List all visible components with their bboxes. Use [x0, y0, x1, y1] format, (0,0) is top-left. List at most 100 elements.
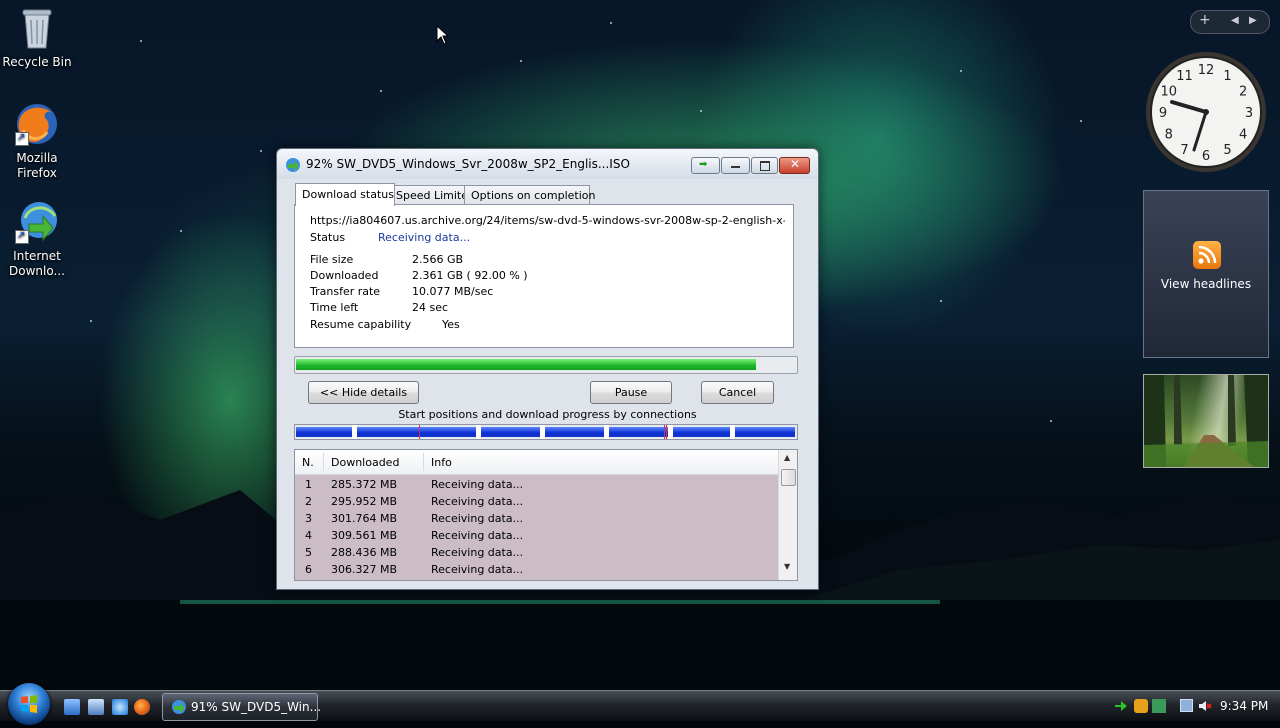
clock-number: 11: [1176, 69, 1193, 84]
tab-download-status[interactable]: Download status: [295, 183, 395, 206]
connection-segment: [673, 427, 730, 437]
status-value: Receiving data...: [378, 231, 471, 244]
column-header-number[interactable]: N.: [302, 456, 314, 469]
file-size-label: File size: [310, 253, 354, 266]
scroll-thumb[interactable]: [781, 469, 796, 486]
table-row[interactable]: 3 301.764 MB Receiving data...: [295, 510, 778, 527]
connection-segment: [545, 427, 604, 437]
recycle-bin-icon: [13, 4, 61, 52]
clock-number: 8: [1165, 128, 1173, 143]
cancel-button[interactable]: Cancel: [701, 381, 774, 404]
clock-gadget[interactable]: 12 12 3 45678 9 1011: [1144, 50, 1268, 174]
show-desktop-icon[interactable]: [64, 699, 80, 715]
connection-info: Receiving data...: [431, 478, 524, 491]
send-to-background-button[interactable]: ➡: [691, 157, 720, 174]
connection-marker: [666, 425, 667, 439]
previous-icon[interactable]: ◀: [1231, 15, 1239, 26]
connection-info: Receiving data...: [431, 529, 524, 542]
minimize-button[interactable]: [721, 157, 750, 174]
resume-capability-label: Resume capability: [310, 318, 412, 331]
add-gadget-icon[interactable]: +: [1199, 12, 1211, 28]
tab-options-on-completion[interactable]: Options on completion: [464, 185, 596, 205]
connections-caption: Start positions and download progress by…: [398, 408, 697, 421]
green-arrow-icon: ➡: [699, 159, 708, 170]
minimize-icon: [731, 166, 740, 168]
internet-explorer-icon[interactable]: [112, 699, 128, 715]
download-progress-bar: [294, 356, 798, 374]
next-icon[interactable]: ▶: [1249, 15, 1257, 26]
start-button[interactable]: [8, 683, 50, 725]
column-header-info[interactable]: Info: [431, 456, 452, 469]
downloaded-label: Downloaded: [310, 269, 379, 282]
clock-number: 10: [1161, 85, 1178, 100]
transfer-rate-label: Transfer rate: [310, 285, 381, 298]
firefox-quicklaunch-icon[interactable]: [134, 699, 150, 715]
connection-downloaded: 301.764 MB: [331, 512, 398, 525]
download-progress-window: 92% SW_DVD5_Windows_Svr_2008w_SP2_Englis…: [276, 148, 819, 590]
connection-number: 2: [305, 495, 312, 508]
connection-info: Receiving data...: [431, 512, 524, 525]
clock-number: 6: [1202, 149, 1210, 164]
scroll-up-icon[interactable]: ▲: [784, 453, 790, 462]
desktop-icon-internet-download-manager[interactable]: Internet Downlo...: [0, 198, 74, 279]
connection-downloaded: 306.327 MB: [331, 563, 398, 576]
table-row[interactable]: 4 309.561 MB Receiving data...: [295, 527, 778, 544]
connection-number: 4: [305, 529, 312, 542]
clock-number: 9: [1159, 106, 1167, 121]
feed-headlines-gadget[interactable]: View headlines: [1143, 190, 1269, 358]
scroll-down-icon[interactable]: ▼: [784, 562, 790, 571]
switch-windows-icon[interactable]: [88, 699, 104, 715]
window-titlebar[interactable]: 92% SW_DVD5_Windows_Svr_2008w_SP2_Englis…: [277, 149, 818, 179]
downloaded-value: 2.361 GB ( 92.00 % ): [412, 269, 528, 282]
desktop-icon-recycle-bin[interactable]: Recycle Bin: [0, 4, 74, 70]
clock-number: 4: [1239, 128, 1247, 143]
maximize-button[interactable]: [751, 157, 778, 174]
file-size-value: 2.566 GB: [412, 253, 464, 266]
idm-taskbar-icon: [172, 700, 186, 714]
table-row[interactable]: 2 295.952 MB Receiving data...: [295, 493, 778, 510]
connection-downloaded: 295.952 MB: [331, 495, 398, 508]
connection-segment: [609, 427, 668, 437]
close-icon: ✕: [790, 157, 801, 171]
taskbar-clock[interactable]: 9:34 PM: [1220, 699, 1268, 713]
forest-photo: [1144, 375, 1268, 467]
tray-app-icon[interactable]: [1152, 699, 1166, 713]
desktop-icon-firefox[interactable]: Mozilla Firefox: [0, 100, 74, 181]
tab-speed-limiter[interactable]: Speed Limiter: [389, 185, 473, 205]
clock-number: 12: [1198, 63, 1215, 78]
connection-segment: [735, 427, 795, 437]
firefox-icon: [13, 100, 61, 148]
close-button[interactable]: ✕: [779, 157, 810, 174]
taskbar-item-label: 91% SW_DVD5_Win...: [191, 700, 322, 714]
connection-info: Receiving data...: [431, 495, 524, 508]
slideshow-gadget[interactable]: [1143, 374, 1269, 468]
column-header-downloaded[interactable]: Downloaded: [331, 456, 399, 469]
idm-tray-icon[interactable]: [1114, 699, 1128, 713]
volume-muted-icon[interactable]: [1198, 699, 1212, 713]
table-row[interactable]: 6 306.327 MB Receiving data...: [295, 561, 778, 578]
resume-capability-value: Yes: [442, 318, 460, 331]
idm-label: Internet Downlo...: [9, 249, 65, 278]
download-url: https://ia804607.us.archive.org/24/items…: [310, 214, 785, 227]
file-size-row: File size 2.566 GB: [310, 253, 463, 266]
connection-downloaded: 288.436 MB: [331, 546, 398, 559]
taskbar-item-download[interactable]: 91% SW_DVD5_Win...: [162, 693, 322, 721]
table-row[interactable]: 5 288.436 MB Receiving data...: [295, 544, 778, 561]
table-row[interactable]: 1 285.372 MB Receiving data...: [295, 476, 778, 493]
pause-button[interactable]: Pause: [590, 381, 672, 404]
connection-segment: [296, 427, 352, 437]
windows-logo-icon: [21, 695, 37, 713]
security-shield-icon[interactable]: [1134, 699, 1148, 713]
idm-app-icon: [285, 157, 301, 173]
hide-details-button[interactable]: << Hide details: [308, 381, 419, 404]
network-icon[interactable]: [1180, 699, 1193, 712]
idm-icon: [13, 198, 61, 246]
transfer-rate-value: 10.077 MB/sec: [412, 285, 494, 298]
connection-marker: [664, 425, 665, 439]
connections-scrollbar[interactable]: ▲ ▼: [778, 450, 797, 580]
connection-number: 5: [305, 546, 312, 559]
mouse-cursor-icon: [436, 25, 450, 45]
connections-table-body: 1 285.372 MB Receiving data... 2 295.952 MB R…: [295, 475, 778, 580]
connections-progress-bar: [294, 424, 798, 440]
connection-info: Receiving data...: [431, 563, 524, 576]
